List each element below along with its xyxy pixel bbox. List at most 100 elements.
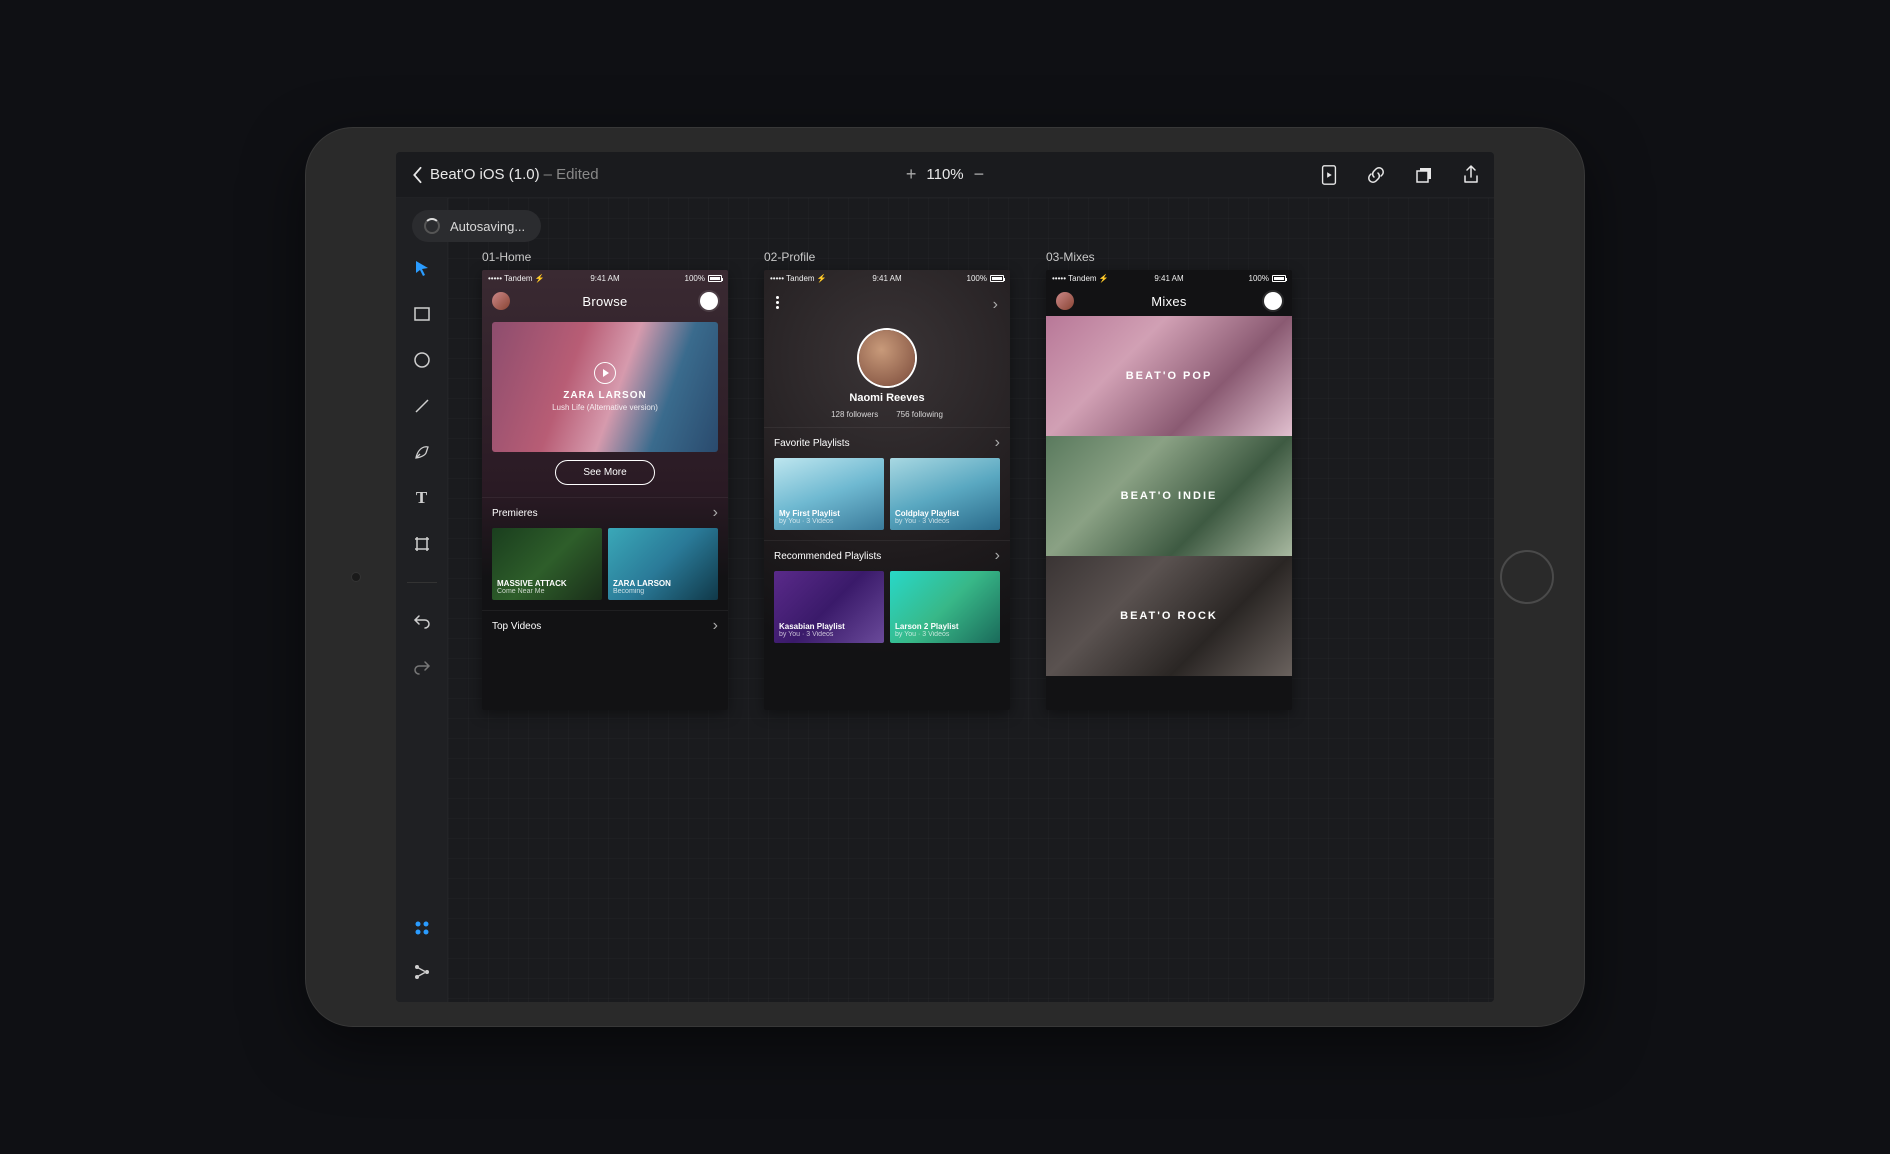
text-tool[interactable]: T <box>408 484 436 512</box>
section-title: Top Videos <box>492 621 541 632</box>
hero-artist: ZARA LARSON <box>563 390 646 401</box>
canvas[interactable]: 01-Home ••••• Tandem ⚡ 9:41 AM 100% Brow… <box>448 198 1494 1002</box>
action-dot-icon[interactable] <box>1264 292 1282 310</box>
pen-tool[interactable] <box>408 438 436 466</box>
chevron-right-icon[interactable] <box>993 296 998 314</box>
section-favorite-playlists[interactable]: Favorite Playlists <box>764 427 1010 458</box>
play-icon[interactable] <box>594 362 616 384</box>
status-time: 9:41 AM <box>590 274 619 283</box>
artboard-label[interactable]: 02-Profile <box>764 250 1010 264</box>
zoom-value[interactable]: 110% <box>926 166 963 183</box>
carrier-label: ••••• Tandem ⚡ <box>488 274 545 283</box>
ellipse-tool[interactable] <box>408 346 436 374</box>
artboard-header: Mixes <box>1046 286 1292 316</box>
premiere-card[interactable]: ZARA LARSON Becoming <box>608 528 718 600</box>
following[interactable]: 756 following <box>896 410 943 419</box>
section-top-videos[interactable]: Top Videos <box>482 610 728 641</box>
chevron-right-icon <box>995 547 1000 565</box>
card-title: Kasabian Playlist <box>779 622 879 631</box>
artboard-tool[interactable] <box>408 530 436 558</box>
premiere-card[interactable]: MASSIVE ATTACK Come Near Me <box>492 528 602 600</box>
tool-rail: T <box>396 198 448 1002</box>
profile-stats: 128 followers 756 following <box>764 410 1010 419</box>
zoom-control: + 110% − <box>906 164 984 185</box>
mix-tile[interactable]: BEAT'O INDIE <box>1046 436 1292 556</box>
status-bar: ••••• Tandem ⚡ 9:41 AM 100% <box>482 270 728 286</box>
zoom-in-button[interactable]: + <box>906 164 917 185</box>
battery-icon <box>990 275 1004 282</box>
workspace: T <box>396 198 1494 1002</box>
link-icon[interactable] <box>1366 165 1386 185</box>
undo-button[interactable] <box>408 607 436 635</box>
artboard-mixes[interactable]: ••••• Tandem ⚡ 9:41 AM 100% Mixes BEAT'O… <box>1046 270 1292 710</box>
chevron-right-icon <box>713 504 718 522</box>
action-dot-icon[interactable] <box>700 292 718 310</box>
card-title: Larson 2 Playlist <box>895 622 995 631</box>
autosave-text: Autosaving... <box>450 219 525 234</box>
card-sub: Becoming <box>613 588 713 595</box>
card-sub: by You · 3 Videos <box>895 631 995 638</box>
zoom-out-button[interactable]: − <box>974 164 985 185</box>
back-button[interactable] <box>410 166 424 184</box>
connections-icon[interactable] <box>408 958 436 986</box>
mix-tile[interactable]: BEAT'O POP <box>1046 316 1292 436</box>
section-title: Premieres <box>492 508 538 519</box>
battery-pct: 100% <box>967 274 987 283</box>
hero-track: Lush Life (Alternative version) <box>552 403 658 412</box>
mix-title: BEAT'O ROCK <box>1120 610 1218 622</box>
rectangle-tool[interactable] <box>408 300 436 328</box>
section-recommended-playlists[interactable]: Recommended Playlists <box>764 540 1010 571</box>
followers[interactable]: 128 followers <box>831 410 878 419</box>
playlist-card[interactable]: Kasabian Playlist by You · 3 Videos <box>774 571 884 643</box>
ipad-home-button[interactable] <box>1500 550 1554 604</box>
screen-title: Browse <box>582 294 627 309</box>
see-more-button[interactable]: See More <box>555 460 655 485</box>
card-title: ZARA LARSON <box>613 579 713 588</box>
artboard-home[interactable]: ••••• Tandem ⚡ 9:41 AM 100% Browse <box>482 270 728 710</box>
profile-name: Naomi Reeves <box>764 392 1010 404</box>
autosave-indicator: Autosaving... <box>412 210 541 242</box>
artboard-mixes-wrap: 03-Mixes ••••• Tandem ⚡ 9:41 AM 100% Mix… <box>1046 250 1292 710</box>
layers-icon[interactable] <box>1414 165 1434 185</box>
card-sub: Come Near Me <box>497 588 597 595</box>
share-icon[interactable] <box>1462 164 1480 186</box>
card-title: MASSIVE ATTACK <box>497 579 597 588</box>
profile-avatar[interactable] <box>859 330 915 386</box>
recommended-row: Kasabian Playlist by You · 3 Videos Lars… <box>764 571 1010 653</box>
avatar[interactable] <box>492 292 510 310</box>
ipad-frame: Beat'O iOS (1.0) – Edited + 110% − <box>305 127 1585 1027</box>
grid-view-icon[interactable] <box>408 914 436 942</box>
redo-button[interactable] <box>408 653 436 681</box>
section-title: Favorite Playlists <box>774 438 850 449</box>
card-sub: by You · 3 Videos <box>779 631 879 638</box>
ipad-camera <box>351 572 361 582</box>
artboard-label[interactable]: 01-Home <box>482 250 728 264</box>
line-tool[interactable] <box>408 392 436 420</box>
status-bar: ••••• Tandem ⚡ 9:41 AM 100% <box>1046 270 1292 286</box>
screen-title: Mixes <box>1151 294 1186 309</box>
avatar[interactable] <box>1056 292 1074 310</box>
section-premieres[interactable]: Premieres <box>482 497 728 528</box>
chevron-right-icon <box>713 617 718 635</box>
playlist-card[interactable]: My First Playlist by You · 3 Videos <box>774 458 884 530</box>
menu-dots-icon[interactable] <box>776 296 779 314</box>
mix-tile[interactable]: BEAT'O ROCK <box>1046 556 1292 676</box>
edited-indicator: – Edited <box>544 166 599 183</box>
artboard-profile[interactable]: ••••• Tandem ⚡ 9:41 AM 100% Naomi Reeves <box>764 270 1010 710</box>
hero-card[interactable]: ZARA LARSON Lush Life (Alternative versi… <box>492 322 718 452</box>
spinner-icon <box>424 218 440 234</box>
playlist-card[interactable]: Coldplay Playlist by You · 3 Videos <box>890 458 1000 530</box>
playlist-card[interactable]: Larson 2 Playlist by You · 3 Videos <box>890 571 1000 643</box>
artboard-label[interactable]: 03-Mixes <box>1046 250 1292 264</box>
artboard-profile-wrap: 02-Profile ••••• Tandem ⚡ 9:41 AM 100% <box>764 250 1010 710</box>
topbar: Beat'O iOS (1.0) – Edited + 110% − <box>396 152 1494 198</box>
battery-pct: 100% <box>1249 274 1269 283</box>
mix-title: BEAT'O INDIE <box>1121 490 1218 502</box>
profile-top-actions <box>764 286 1010 324</box>
battery-icon <box>708 275 722 282</box>
select-tool[interactable] <box>408 254 436 282</box>
app-screen: Beat'O iOS (1.0) – Edited + 110% − <box>396 152 1494 1002</box>
favorite-row: My First Playlist by You · 3 Videos Cold… <box>764 458 1010 540</box>
preview-icon[interactable] <box>1320 164 1338 186</box>
document-title[interactable]: Beat'O iOS (1.0) <box>430 166 540 183</box>
